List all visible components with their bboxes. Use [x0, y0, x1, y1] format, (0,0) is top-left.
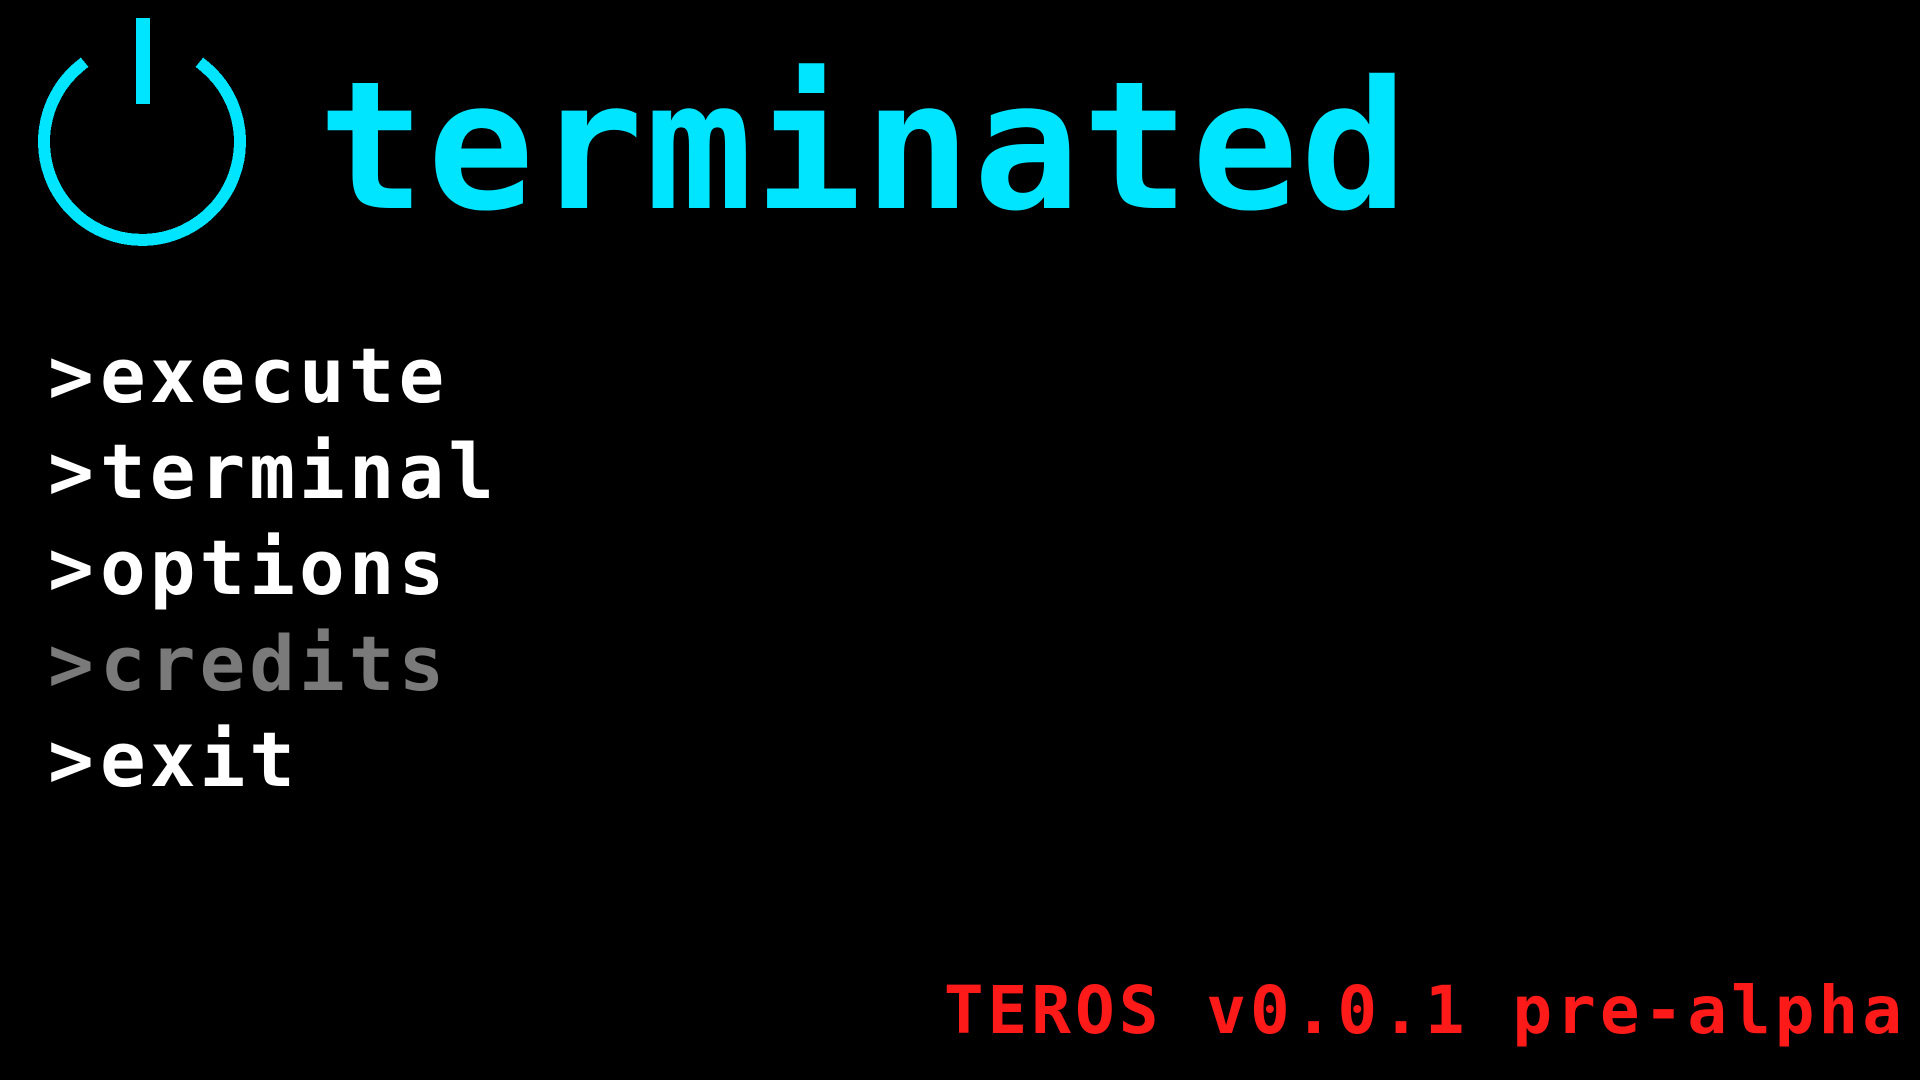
menu-item-terminal[interactable]: > terminal — [48, 424, 498, 520]
game-title: terminated — [318, 43, 1410, 250]
menu-item-execute[interactable]: > execute — [48, 328, 498, 424]
menu-prompt: > — [48, 715, 98, 804]
menu-prompt: > — [48, 619, 98, 708]
menu-item-exit[interactable]: > exit — [48, 712, 498, 808]
menu-item-label: terminal — [100, 427, 499, 516]
menu-item-label: execute — [100, 331, 449, 420]
menu-item-label: options — [100, 523, 449, 612]
menu-item-label: credits — [100, 619, 449, 708]
menu-item-credits: > credits — [48, 616, 498, 712]
menu-item-options[interactable]: > options — [48, 520, 498, 616]
menu-prompt: > — [48, 523, 98, 612]
menu-prompt: > — [48, 331, 98, 420]
power-icon — [38, 18, 246, 246]
menu-item-label: exit — [100, 715, 300, 804]
version-label: TEROS v0.0.1 pre-alpha — [943, 972, 1906, 1049]
main-menu: > execute > terminal > options > credits > ex… — [48, 328, 498, 808]
menu-prompt: > — [48, 427, 98, 516]
